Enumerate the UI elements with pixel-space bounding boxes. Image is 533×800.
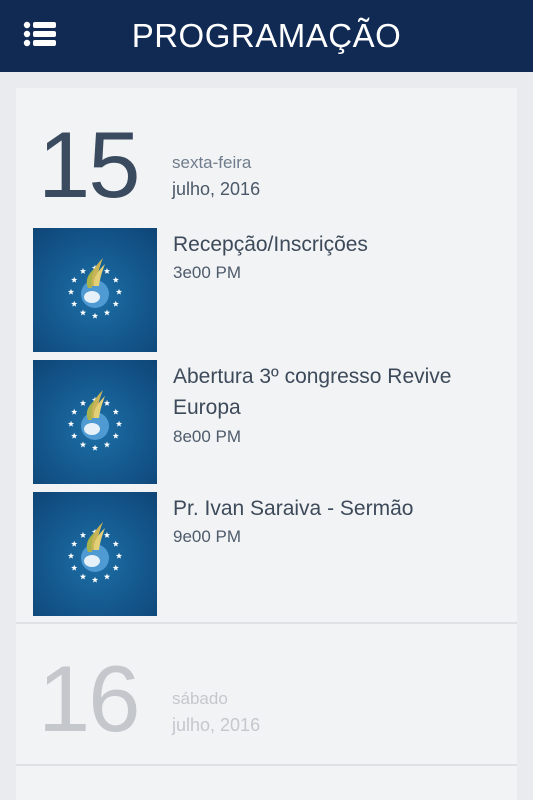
- event-time: 8e00 PM: [173, 427, 242, 446]
- event-item[interactable]: Pr. Ivan Saraiva - Sermão 9e00 PM: [33, 492, 517, 616]
- revive-europa-logo-icon: [33, 492, 157, 616]
- revive-europa-logo-icon: [33, 228, 157, 352]
- revive-europa-logo-icon: [33, 360, 157, 484]
- day-section: 15 sexta-feira julho, 2016 Recepção/Insc…: [16, 88, 517, 624]
- event-title: Pr. Ivan Saraiva - Sermão: [173, 497, 414, 520]
- event-item[interactable]: Abertura 3º congresso Revive Europa 8e00…: [33, 360, 517, 484]
- day-weekday: sexta-feira: [172, 153, 252, 172]
- schedule-list: 15 sexta-feira julho, 2016 Recepção/Insc…: [16, 88, 517, 800]
- app-header: PROGRAMAÇÃO: [0, 0, 533, 72]
- event-time: 9e00 PM: [173, 527, 242, 546]
- day-month-year: julho, 2016: [172, 179, 261, 199]
- event-title: Abertura 3º congresso Revive Europa: [173, 365, 452, 419]
- day-section[interactable]: 16 sábado julho, 2016: [16, 624, 517, 766]
- event-title: Recepção/Inscrições: [173, 233, 368, 256]
- event-item[interactable]: Recepção/Inscrições 3e00 PM: [33, 228, 517, 352]
- day-month-year: julho, 2016: [172, 715, 261, 735]
- day-weekday: sábado: [172, 689, 228, 708]
- page-title: PROGRAMAÇÃO: [131, 17, 402, 54]
- day-number: 15: [38, 112, 141, 217]
- day-number: 16: [38, 646, 141, 751]
- event-time: 3e00 PM: [173, 263, 242, 282]
